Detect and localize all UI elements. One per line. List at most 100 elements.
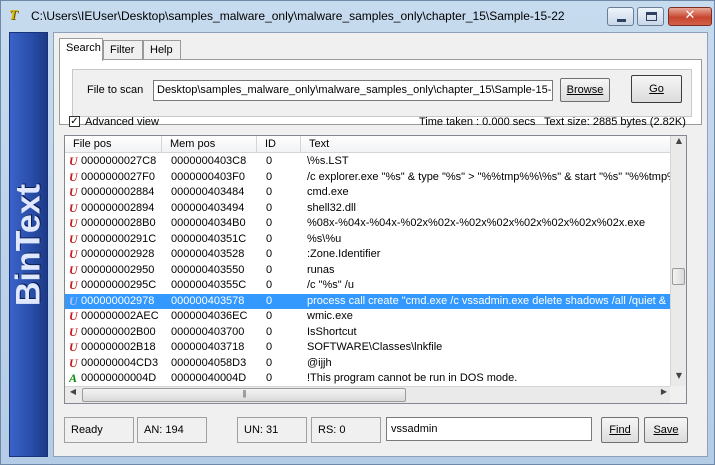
mem-pos-cell: 0000004058D3 <box>171 356 247 369</box>
table-row[interactable]: U 000000002950 000000403550 0 runas <box>65 263 672 279</box>
tab-help[interactable]: Help <box>143 40 181 60</box>
mem-pos-cell: 00000040351C <box>171 232 247 245</box>
unicode-string-icon: U <box>69 309 78 323</box>
save-button[interactable]: Save <box>644 417 688 443</box>
table-row[interactable]: U 000000002884 000000403484 0 cmd.exe <box>65 185 672 201</box>
column-header-file-pos[interactable]: File pos <box>65 136 162 153</box>
id-cell: 0 <box>266 356 273 369</box>
id-cell: 0 <box>266 263 273 276</box>
text-cell: /c "%s" /u <box>307 279 354 291</box>
tab-search[interactable]: Search <box>59 38 103 61</box>
file-pos-cell: 000000002978 <box>81 294 155 307</box>
file-pos-cell: 000000002B00 <box>81 325 156 338</box>
file-to-scan-input[interactable]: Desktop\samples_malware_only\malware_sam… <box>153 80 553 101</box>
horizontal-scroll-thumb[interactable]: ||| <box>82 388 406 402</box>
advanced-view-checkbox[interactable]: ✓ <box>69 116 80 127</box>
column-header-mem-pos[interactable]: Mem pos <box>162 136 257 153</box>
title-bar[interactable]: T C:\Users\IEUser\Desktop\samples_malwar… <box>1 1 714 31</box>
browse-button[interactable]: Browse <box>560 78 610 102</box>
scroll-down-arrow-icon[interactable]: ▼ <box>671 371 686 387</box>
scroll-left-arrow-icon[interactable]: ◀ <box>65 387 81 403</box>
go-button-label: Go <box>649 83 664 95</box>
table-row[interactable]: U 000000002B00 000000403700 0 IsShortcut <box>65 325 672 341</box>
maximize-button[interactable] <box>637 7 664 26</box>
mem-pos-cell: 000000403700 <box>171 325 245 338</box>
table-row[interactable]: U 0000000028B0 0000004034B0 0 %08x-%04x-%04x… <box>65 216 672 232</box>
mem-pos-cell: 00000040004D <box>171 372 247 384</box>
table-row[interactable]: U 000000004CD3 0000004058D3 0 @ijjh <box>65 356 672 372</box>
status-bar: Ready AN: 194 UN: 31 RS: 0 Find Save <box>64 417 700 443</box>
file-pos-cell: 00000000291C <box>81 232 157 245</box>
file-pos-cell: 000000002AEC <box>81 310 159 322</box>
table-row[interactable]: U 0000000027C8 0000000403C8 0 \%s.LST <box>65 154 672 170</box>
text-cell: wmic.exe <box>307 310 353 322</box>
text-cell: %08x-%04x-%04x-%02x%02x-%02x%02x%02x%02x… <box>307 217 646 229</box>
table-row[interactable]: U 000000002978 000000403578 0 process call c… <box>65 293 672 309</box>
table-row[interactable]: U 000000002B18 000000403718 0 SOFTWARE\Class… <box>65 340 672 356</box>
mem-pos-cell: 000000403718 <box>171 341 245 353</box>
text-cell: IsShortcut <box>307 325 357 338</box>
unicode-string-icon: U <box>69 231 78 246</box>
find-input[interactable] <box>386 417 592 441</box>
text-cell: /c explorer.exe "%s" & type "%s" > "%%tm… <box>307 170 672 183</box>
file-pos-cell: 000000002894 <box>81 201 155 214</box>
unicode-string-icon: U <box>69 200 78 215</box>
table-row[interactable]: A 00000000004D 00000040004D 0 !This program … <box>65 371 672 387</box>
unicode-string-icon: U <box>69 355 78 370</box>
grid-header: File pos Mem pos ID Text <box>65 136 672 153</box>
table-row[interactable]: U 000000002894 000000403494 0 shell32.dll <box>65 201 672 217</box>
file-pos-cell: 0000000027F0 <box>81 170 156 183</box>
advanced-view-label[interactable]: Advanced view <box>85 116 159 128</box>
strings-results-grid: File pos Mem pos ID Text U 0000000027C8 00… <box>64 135 687 404</box>
file-to-scan-group: File to scan Desktop\samples_malware_onl… <box>72 69 692 117</box>
unicode-string-icon: U <box>69 169 78 184</box>
mem-pos-cell: 0000004034B0 <box>171 217 246 229</box>
minimize-button[interactable] <box>607 7 634 26</box>
vertical-scrollbar[interactable]: ▲ ▼ <box>670 136 686 387</box>
status-ansi-count: AN: 194 <box>137 417 207 443</box>
id-cell: 0 <box>266 279 273 291</box>
bintext-logo: BinText <box>9 183 47 306</box>
table-row[interactable]: U 0000000027F0 0000000403F0 0/c explorer.ex… <box>65 170 672 186</box>
close-button[interactable]: ✕ <box>668 7 712 26</box>
id-cell: 0 <box>266 341 273 353</box>
id-cell: 0 <box>266 170 273 183</box>
minimize-icon <box>617 19 626 22</box>
unicode-string-icon: U <box>69 154 78 168</box>
mem-pos-cell: 0000004036EC <box>171 310 248 322</box>
find-button[interactable]: Find <box>601 417 639 443</box>
file-pos-cell: 000000002B18 <box>81 341 156 353</box>
text-size-text: Text size: 2885 bytes (2.82K) <box>544 116 686 128</box>
close-icon: ✕ <box>684 8 696 23</box>
unicode-string-icon: U <box>69 247 78 261</box>
mem-pos-cell: 000000403528 <box>171 248 245 260</box>
vertical-scroll-thumb[interactable] <box>672 268 685 285</box>
file-pos-cell: 0000000028B0 <box>81 217 156 229</box>
scroll-up-arrow-icon[interactable]: ▲ <box>671 136 686 152</box>
maximize-icon <box>646 12 657 21</box>
text-cell: \%s.LST <box>307 155 349 167</box>
table-row[interactable]: U 00000000291C 00000040351C 0 %s\%u <box>65 232 672 248</box>
bintext-sidebar-banner: BinText <box>9 32 48 457</box>
text-cell: %s\%u <box>307 232 342 245</box>
mem-pos-cell: 0000000403F0 <box>171 170 246 183</box>
go-button[interactable]: Go <box>631 75 682 103</box>
file-pos-cell: 00000000295C <box>81 279 157 291</box>
browse-button-label: Browse <box>566 84 604 96</box>
column-header-id[interactable]: ID <box>257 136 301 153</box>
mem-pos-cell: 000000403484 <box>171 186 245 198</box>
unicode-string-icon: U <box>69 278 78 292</box>
tab-filter[interactable]: Filter <box>103 40 143 60</box>
file-pos-cell: 000000002884 <box>81 186 155 198</box>
mem-pos-cell: 00000040355C <box>171 279 247 291</box>
scrollbar-corner <box>670 386 686 403</box>
file-pos-cell: 000000002928 <box>81 248 155 260</box>
unicode-string-icon: U <box>69 216 78 230</box>
table-row[interactable]: U 00000000295C 00000040355C 0/c "%s" /u <box>65 278 672 294</box>
column-header-text[interactable]: Text <box>301 136 672 153</box>
app-logo-icon: T <box>9 8 18 23</box>
id-cell: 0 <box>266 310 273 322</box>
table-row[interactable]: U 000000002928 000000403528 0:Zone.Identifi… <box>65 247 672 263</box>
horizontal-scrollbar[interactable]: ◀ ||| ▶ <box>65 386 672 403</box>
table-row[interactable]: U 000000002AEC 0000004036EC 0 wmic.exe <box>65 309 672 325</box>
